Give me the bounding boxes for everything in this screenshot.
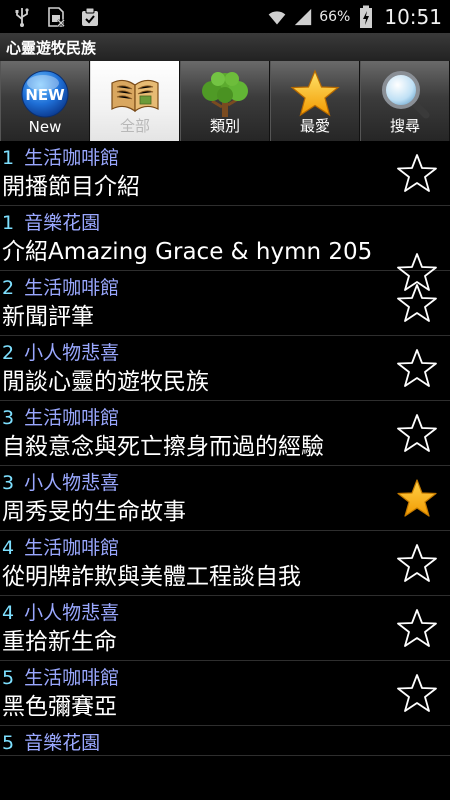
- episode-category: 生活咖啡館: [24, 277, 120, 299]
- battery-percent: 66%: [319, 8, 351, 25]
- episode-title: 介紹Amazing Grace & hymn 205: [2, 239, 373, 265]
- status-bar: 66% 10:51: [0, 0, 450, 33]
- magnifier-icon: [378, 69, 432, 119]
- favorite-star-outline-icon[interactable]: [397, 608, 437, 648]
- system-indicators: 66% 10:51: [267, 0, 450, 33]
- favorite-star-outline-icon[interactable]: [397, 153, 437, 193]
- episode-number: 2: [2, 342, 15, 364]
- favorite-star-outline-icon[interactable]: [397, 413, 437, 453]
- clock: 10:51: [384, 4, 442, 29]
- episode-list[interactable]: 1 生活咖啡館 開播節目介紹 1 音樂花園 介紹Amazing Grace & hy…: [0, 141, 450, 800]
- tab-label: New: [28, 118, 62, 136]
- tab-category[interactable]: 類別: [180, 61, 270, 141]
- favorite-star-outline-icon[interactable]: [397, 673, 437, 713]
- episode-number: 4: [2, 537, 15, 559]
- list-item[interactable]: 5 音樂花園: [0, 726, 450, 756]
- sim-icon: [46, 6, 66, 28]
- episode-number: 3: [2, 407, 15, 429]
- episode-number: 2: [2, 277, 15, 299]
- episode-number: 1: [2, 212, 15, 234]
- episode-category: 小人物悲喜: [24, 342, 120, 364]
- favorite-star-outline-icon[interactable]: [397, 348, 437, 388]
- list-item[interactable]: 5 生活咖啡館 黑色彌賽亞: [0, 661, 450, 726]
- episode-category: 小人物悲喜: [24, 602, 120, 624]
- tab-new[interactable]: NEW New: [0, 61, 90, 141]
- tree-icon: [198, 69, 252, 119]
- list-item[interactable]: 2 小人物悲喜 閒談心靈的遊牧民族: [0, 336, 450, 401]
- episode-number: 1: [2, 147, 15, 169]
- wifi-icon: [267, 6, 287, 28]
- svg-text:NEW: NEW: [25, 86, 65, 104]
- episode-category: 生活咖啡館: [24, 537, 120, 559]
- clipboard-check-icon: [80, 6, 100, 28]
- notification-icons: [0, 0, 100, 33]
- list-item[interactable]: 4 小人物悲喜 重拾新生命: [0, 596, 450, 661]
- episode-category: 生活咖啡館: [24, 407, 120, 429]
- list-item[interactable]: 1 生活咖啡館 開播節目介紹: [0, 141, 450, 206]
- episode-category: 生活咖啡館: [24, 147, 120, 169]
- episode-title: 自殺意念與死亡擦身而過的經驗: [2, 434, 324, 460]
- list-item[interactable]: 3 小人物悲喜 周秀旻的生命故事: [0, 466, 450, 531]
- list-item[interactable]: 3 生活咖啡館 自殺意念與死亡擦身而過的經驗: [0, 401, 450, 466]
- new-badge-icon: NEW: [18, 69, 72, 119]
- app-title: 心靈遊牧民族: [6, 38, 97, 57]
- tab-bar: NEW New 全部 類別 最愛 搜尋: [0, 61, 450, 141]
- tab-favorites[interactable]: 最愛: [270, 61, 360, 141]
- episode-title: 新聞評筆: [2, 304, 94, 330]
- episode-title: 從明牌詐欺與美體工程談自我: [2, 564, 301, 590]
- tab-all[interactable]: 全部: [90, 61, 180, 141]
- app-title-bar: 心靈遊牧民族: [0, 33, 450, 61]
- episode-category: 小人物悲喜: [24, 472, 120, 494]
- usb-icon: [12, 6, 32, 28]
- favorite-star-outline-icon[interactable]: [397, 283, 437, 323]
- open-book-icon: [108, 69, 162, 119]
- episode-number: 4: [2, 602, 15, 624]
- episode-title: 黑色彌賽亞: [2, 694, 117, 720]
- list-item[interactable]: 4 生活咖啡館 從明牌詐欺與美體工程談自我: [0, 531, 450, 596]
- episode-title: 閒談心靈的遊牧民族: [2, 369, 209, 395]
- favorite-star-outline-icon[interactable]: [397, 543, 437, 583]
- star-icon: [288, 69, 342, 119]
- episode-title: 開播節目介紹: [2, 174, 140, 200]
- episode-category: 音樂花園: [24, 212, 101, 234]
- tab-search[interactable]: 搜尋: [360, 61, 450, 141]
- episode-category: 生活咖啡館: [24, 667, 120, 689]
- favorite-star-filled-icon[interactable]: [397, 478, 437, 518]
- list-item[interactable]: 1 音樂花園 介紹Amazing Grace & hymn 205: [0, 206, 450, 291]
- list-item[interactable]: 2 生活咖啡館 新聞評筆: [0, 271, 450, 336]
- episode-number: 5: [2, 732, 15, 754]
- battery-charging-icon: [356, 5, 376, 28]
- episode-title: 重拾新生命: [2, 629, 117, 655]
- signal-icon: [293, 6, 313, 28]
- episode-category: 音樂花園: [24, 732, 101, 754]
- episode-number: 3: [2, 472, 15, 494]
- episode-number: 5: [2, 667, 15, 689]
- episode-title: 周秀旻的生命故事: [2, 499, 186, 525]
